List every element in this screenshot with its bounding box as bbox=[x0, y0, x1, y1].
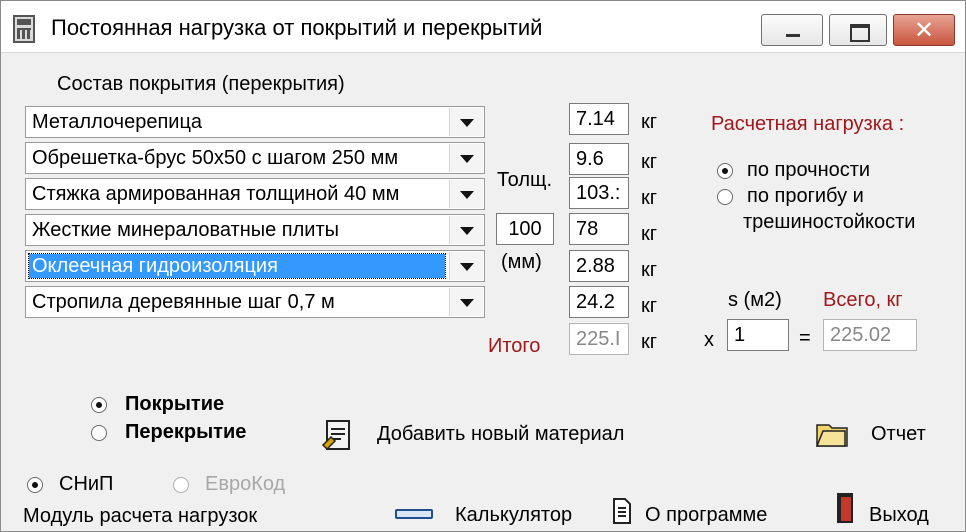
material-combo-1[interactable]: Металлочерепица bbox=[25, 106, 485, 138]
main-window: Постоянная нагрузка от покрытий и перекр… bbox=[0, 0, 966, 532]
total-weight-field: 225.I bbox=[569, 323, 629, 355]
material-combo-text: Жесткие минераловатные плиты bbox=[32, 219, 340, 241]
material-combo-text: Стяжка армированная толщиной 40 мм bbox=[32, 183, 400, 205]
area-input[interactable]: 1 bbox=[727, 319, 789, 351]
material-combo-text: Обрешетка-брус 50х50 с шагом 250 мм bbox=[32, 147, 399, 169]
report-button[interactable]: Отчет bbox=[813, 415, 943, 455]
weight-input-1[interactable]: 7.14 bbox=[569, 103, 629, 135]
radio-eurocode-label: ЕвроКод bbox=[205, 473, 286, 495]
about-label: О программе bbox=[645, 504, 768, 526]
unit-label: кг bbox=[641, 259, 658, 281]
window-title: Постоянная нагрузка от покрытий и перекр… bbox=[51, 15, 543, 40]
composition-label: Состав покрытия (перекрытия) bbox=[57, 73, 345, 95]
unit-label: кг bbox=[641, 111, 658, 133]
close-button[interactable]: ✕ bbox=[893, 14, 955, 46]
chevron-down-icon[interactable] bbox=[449, 144, 483, 172]
chevron-down-icon[interactable] bbox=[449, 108, 483, 136]
radio-snip[interactable] bbox=[27, 477, 43, 493]
material-combo-4[interactable]: Жесткие минераловатные плиты bbox=[25, 214, 485, 246]
radio-coating-label[interactable]: Покрытие bbox=[125, 393, 224, 416]
unit-label: кг bbox=[641, 295, 658, 317]
area-total-label: Всего, кг bbox=[823, 289, 903, 311]
weight-input-6[interactable]: 24.2 bbox=[569, 286, 629, 318]
add-material-button[interactable]: Добавить новый материал bbox=[319, 415, 659, 455]
radio-coating[interactable] bbox=[91, 397, 107, 413]
material-combo-2[interactable]: Обрешетка-брус 50х50 с шагом 250 мм bbox=[25, 142, 485, 174]
unit-label: кг bbox=[641, 223, 658, 245]
minimize-button[interactable] bbox=[761, 14, 823, 46]
radio-deflection-label-line2: трешиностойкости bbox=[743, 211, 916, 233]
material-combo-3[interactable]: Стяжка армированная толщиной 40 мм bbox=[25, 178, 485, 210]
unit-label: кг bbox=[641, 187, 658, 209]
chevron-down-icon[interactable] bbox=[449, 252, 483, 280]
add-material-label: Добавить новый материал bbox=[377, 423, 625, 445]
radio-strength[interactable] bbox=[717, 163, 733, 179]
weight-input-4[interactable]: 78 bbox=[569, 213, 629, 245]
material-combo-5[interactable]: Оклеечная гидроизоляция bbox=[25, 250, 485, 282]
calc-load-label: Расчетная нагрузка : bbox=[711, 113, 905, 135]
radio-snip-label[interactable]: СНиП bbox=[59, 473, 113, 496]
unit-label: кг bbox=[641, 151, 658, 173]
area-label: s (м2) bbox=[728, 289, 782, 311]
radio-deflection[interactable] bbox=[717, 189, 733, 205]
multiply-sign: x bbox=[704, 329, 714, 351]
weight-input-5[interactable]: 2.88 bbox=[569, 250, 629, 282]
chevron-down-icon[interactable] bbox=[449, 288, 483, 316]
material-combo-text: Оклеечная гидроизоляция bbox=[28, 253, 446, 279]
chevron-down-icon[interactable] bbox=[449, 180, 483, 208]
exit-door-icon bbox=[837, 493, 853, 523]
unit-label: кг bbox=[641, 331, 658, 353]
radio-deflection-label[interactable]: по прогибу и bbox=[747, 185, 864, 208]
thickness-input[interactable]: 100 bbox=[496, 213, 554, 245]
module-status-label: Модуль расчета нагрузок bbox=[23, 505, 258, 527]
add-document-icon bbox=[321, 420, 350, 451]
maximize-button[interactable] bbox=[829, 14, 887, 46]
radio-strength-label[interactable]: по прочности bbox=[747, 159, 870, 182]
radio-floor[interactable] bbox=[91, 425, 107, 441]
title-bar[interactable]: Постоянная нагрузка от покрытий и перекр… bbox=[1, 1, 965, 53]
total-label: Итого bbox=[488, 335, 541, 357]
thickness-unit: (мм) bbox=[501, 251, 542, 273]
weight-input-2[interactable]: 9.6 bbox=[569, 143, 629, 175]
thickness-label: Толщ. bbox=[497, 169, 553, 191]
radio-eurocode bbox=[173, 477, 189, 493]
material-combo-text: Металлочерепица bbox=[32, 111, 203, 133]
equals-sign: = bbox=[799, 327, 811, 349]
chevron-down-icon[interactable] bbox=[449, 216, 483, 244]
folder-icon bbox=[815, 424, 848, 447]
calculator-bar-icon bbox=[395, 509, 433, 519]
report-label: Отчет bbox=[871, 423, 926, 445]
material-combo-text: Стропила деревянные шаг 0,7 м bbox=[32, 291, 335, 313]
calculator-label: Калькулятор bbox=[455, 504, 573, 526]
exit-button[interactable]: Выход bbox=[833, 491, 953, 531]
document-icon bbox=[613, 498, 631, 524]
calculator-button[interactable]: Калькулятор bbox=[391, 501, 591, 531]
radio-floor-label[interactable]: Перекрытие bbox=[125, 421, 246, 444]
exit-label: Выход bbox=[869, 504, 929, 526]
area-total-field: 225.02 bbox=[823, 319, 917, 351]
about-button[interactable]: О программе bbox=[611, 495, 791, 531]
material-combo-6[interactable]: Стропила деревянные шаг 0,7 м bbox=[25, 286, 485, 318]
calculator-icon bbox=[13, 15, 35, 43]
weight-input-3[interactable]: 103.: bbox=[569, 177, 629, 209]
close-icon: ✕ bbox=[913, 17, 935, 44]
